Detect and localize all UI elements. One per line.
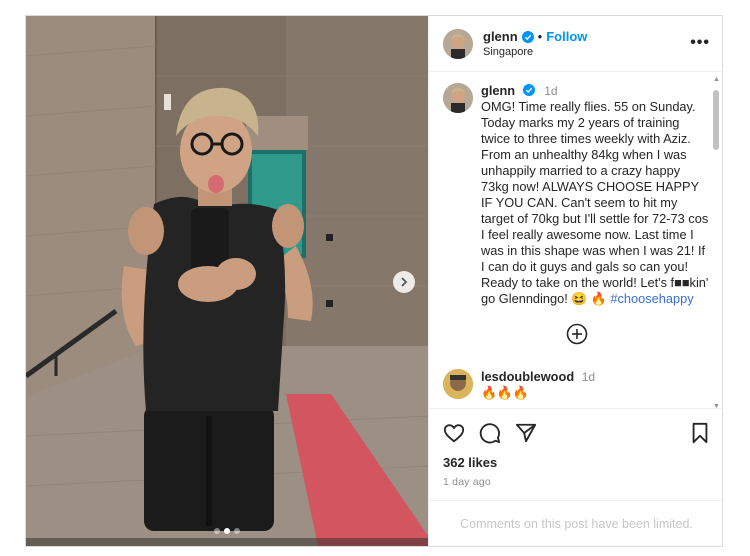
- post-sidebar: glenn • Follow Singapore ••• glenn 1d OM…: [428, 16, 724, 546]
- paper-plane-icon: [515, 423, 537, 443]
- post-caption: glenn 1d OMG! Time really flies. 55 on S…: [429, 73, 724, 307]
- commenter-avatar[interactable]: [443, 369, 473, 399]
- like-count[interactable]: 362 likes: [443, 455, 710, 470]
- separator-dot: •: [537, 29, 543, 44]
- caption-text: OMG! Time really flies. 55 on Sunday. To…: [481, 99, 709, 306]
- instagram-post: glenn • Follow Singapore ••• glenn 1d OM…: [25, 15, 724, 547]
- share-button[interactable]: [515, 422, 537, 444]
- post-actions: 362 likes 1 day ago: [429, 408, 724, 488]
- scroll-thumb[interactable]: [713, 90, 719, 150]
- verified-badge-icon: [521, 30, 534, 43]
- scroll-up-arrow-icon[interactable]: ▲: [713, 76, 720, 83]
- caption-username[interactable]: glenn: [481, 83, 515, 98]
- carousel-dot-active: [224, 528, 230, 534]
- comments-scrollbar[interactable]: ▲ ▼: [712, 76, 720, 410]
- post-timestamp[interactable]: 1 day ago: [443, 476, 710, 488]
- post-location[interactable]: Singapore: [483, 46, 587, 58]
- carousel-dot: [234, 528, 240, 534]
- caption-time[interactable]: 1d: [544, 84, 557, 98]
- next-photo-button[interactable]: [393, 271, 415, 293]
- comment-button[interactable]: [479, 422, 501, 444]
- bookmark-icon: [692, 422, 708, 444]
- heart-icon: [443, 424, 465, 443]
- comment-bubble-icon: [479, 423, 501, 444]
- author-avatar[interactable]: [443, 28, 473, 59]
- follow-button[interactable]: Follow: [546, 29, 587, 44]
- post-header: glenn • Follow Singapore •••: [429, 16, 724, 72]
- comment-item: lesdoublewood 1d 🔥🔥🔥: [429, 369, 724, 401]
- like-button[interactable]: [443, 422, 465, 444]
- author-username[interactable]: glenn: [483, 29, 518, 44]
- comments-section: glenn 1d OMG! Time really flies. 55 on S…: [429, 73, 724, 407]
- caption-avatar[interactable]: [443, 83, 473, 113]
- plus-circle-icon: [566, 323, 587, 345]
- load-more-comments-button[interactable]: [429, 323, 724, 345]
- verified-badge-icon: [522, 84, 535, 96]
- comment-time[interactable]: 1d: [582, 370, 595, 384]
- comments-limited-notice: Comments on this post have been limited.: [429, 500, 724, 546]
- hashtag-link[interactable]: #choosehappy: [610, 291, 693, 306]
- carousel-dot: [214, 528, 220, 534]
- post-photo[interactable]: [26, 16, 428, 546]
- comment-text: 🔥🔥🔥: [481, 385, 529, 400]
- more-options-button[interactable]: •••: [690, 34, 710, 52]
- commenter-username[interactable]: lesdoublewood: [481, 369, 574, 384]
- chevron-right-icon: [401, 277, 408, 287]
- mirror-selfie-image: [26, 16, 428, 546]
- carousel-indicator: [26, 528, 428, 534]
- save-button[interactable]: [690, 422, 710, 444]
